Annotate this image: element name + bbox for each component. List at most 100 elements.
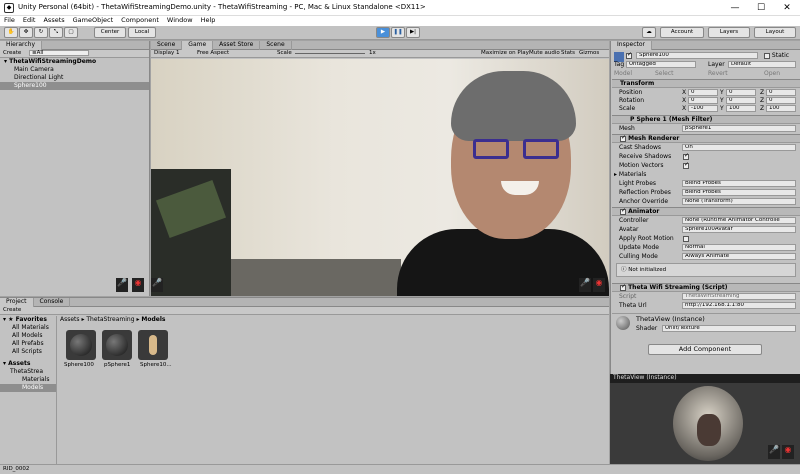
rotation-y[interactable]: 0: [726, 97, 756, 104]
rotation-x[interactable]: 0: [688, 97, 718, 104]
asset-avatar-thumb[interactable]: [138, 330, 168, 360]
tab-game[interactable]: Game: [182, 41, 214, 50]
layers-dropdown[interactable]: Layers: [708, 27, 750, 38]
breadcrumb-models[interactable]: Models: [141, 316, 165, 323]
cast-shadows-dropdown[interactable]: On: [682, 144, 796, 151]
receive-shadows-checkbox[interactable]: [683, 153, 689, 160]
gizmos-dropdown[interactable]: Gizmos: [579, 50, 599, 57]
gameobject-name-input[interactable]: Sphere100: [636, 52, 758, 59]
apply-root-motion-checkbox[interactable]: [683, 235, 689, 242]
hierarchy-item-directional-light[interactable]: Directional Light: [0, 74, 149, 82]
minimize-button[interactable]: —: [722, 0, 748, 16]
anchor-override-field[interactable]: None (Transform): [682, 198, 796, 205]
hierarchy-item-sphere100[interactable]: Sphere100: [0, 82, 149, 90]
fav-all-scripts[interactable]: All Scripts: [0, 348, 56, 356]
culling-mode-dropdown[interactable]: Always Animate: [682, 253, 796, 260]
static-checkbox[interactable]: [764, 52, 770, 59]
tab-hierarchy[interactable]: Hierarchy: [0, 41, 43, 50]
asset-sphere100-thumb[interactable]: [66, 330, 96, 360]
motion-vectors-checkbox[interactable]: [683, 162, 689, 169]
scale-slider[interactable]: [295, 53, 365, 54]
rotate-tool-icon[interactable]: ↻: [34, 27, 48, 38]
scene-root[interactable]: ▾ ThetaWifiStreamingDemo: [0, 58, 149, 66]
fav-all-prefabs[interactable]: All Prefabs: [0, 340, 56, 348]
maximize-button[interactable]: ☐: [748, 0, 774, 16]
rotation-z[interactable]: 0: [766, 97, 796, 104]
model-select-button[interactable]: Select: [655, 70, 674, 77]
tab-project[interactable]: Project: [0, 298, 34, 307]
layer-dropdown[interactable]: Default: [728, 61, 796, 68]
shader-dropdown[interactable]: Unlit/Texture: [662, 325, 796, 332]
close-button[interactable]: ✕: [774, 0, 800, 16]
folder-materials[interactable]: Materials: [0, 376, 56, 384]
position-y[interactable]: 0: [726, 89, 756, 96]
mesh-renderer-header[interactable]: Mesh Renderer: [612, 134, 800, 143]
maximize-on-play-toggle[interactable]: Maximize on Play: [481, 50, 529, 57]
pivot-center-button[interactable]: Center: [94, 27, 126, 38]
breadcrumb-assets[interactable]: Assets: [60, 316, 80, 323]
tab-inspector[interactable]: Inspector: [611, 41, 652, 50]
menu-component[interactable]: Component: [121, 16, 159, 26]
fav-all-materials[interactable]: All Materials: [0, 324, 56, 332]
tab-asset-store[interactable]: Asset Store: [213, 41, 261, 50]
tab-console[interactable]: Console: [34, 298, 71, 307]
menu-file[interactable]: File: [4, 16, 15, 26]
aspect-dropdown[interactable]: Free Aspect: [197, 50, 229, 57]
controller-field[interactable]: None (Runtime Animator Controlle: [682, 217, 796, 224]
breadcrumb-thetastreaming[interactable]: ThetaStreaming: [86, 316, 134, 323]
menu-help[interactable]: Help: [201, 16, 216, 26]
animator-header[interactable]: Animator: [612, 207, 800, 216]
animator-enabled[interactable]: [620, 208, 626, 215]
scale-y[interactable]: 100: [726, 105, 756, 112]
step-icon[interactable]: ▶|: [406, 27, 420, 38]
menu-assets[interactable]: Assets: [43, 16, 64, 26]
mute-audio-toggle[interactable]: Mute audio: [529, 50, 560, 57]
folder-thetastreaming[interactable]: ThetaStrea: [0, 368, 56, 376]
reflection-probes-dropdown[interactable]: Blend Probes: [682, 189, 796, 196]
scale-tool-icon[interactable]: ⤡: [49, 27, 63, 38]
mesh-renderer-enabled[interactable]: [620, 135, 626, 142]
project-create-button[interactable]: Create: [3, 307, 21, 313]
active-checkbox[interactable]: [626, 52, 632, 59]
account-dropdown[interactable]: Account: [660, 27, 704, 38]
cloud-icon[interactable]: ☁: [642, 27, 656, 38]
asset-psphere1-thumb[interactable]: [102, 330, 132, 360]
scale-z[interactable]: 100: [766, 105, 796, 112]
tag-dropdown[interactable]: Untagged: [626, 61, 696, 68]
add-component-button[interactable]: Add Component: [648, 344, 762, 355]
hierarchy-item-main-camera[interactable]: Main Camera: [0, 66, 149, 74]
assets-folder[interactable]: ▾ Assets: [0, 360, 56, 368]
model-open-button[interactable]: Open: [764, 70, 780, 77]
mesh-field[interactable]: pSphere1: [682, 125, 796, 132]
theta-url-input[interactable]: http://192.168.1.1:80: [682, 302, 796, 309]
update-mode-dropdown[interactable]: Normal: [682, 244, 796, 251]
move-tool-icon[interactable]: ✥: [19, 27, 33, 38]
menu-gameobject[interactable]: GameObject: [73, 16, 114, 26]
light-probes-dropdown[interactable]: Blend Probes: [682, 180, 796, 187]
tab-scene[interactable]: Scene: [151, 41, 183, 50]
model-revert-button[interactable]: Revert: [708, 70, 728, 77]
hand-tool-icon[interactable]: ✋: [4, 27, 18, 38]
menu-window[interactable]: Window: [167, 16, 193, 26]
fav-all-models[interactable]: All Models: [0, 332, 56, 340]
display-dropdown[interactable]: Display 1: [154, 50, 180, 57]
hierarchy-create-button[interactable]: Create: [3, 50, 21, 56]
transform-header[interactable]: Transform: [612, 79, 800, 88]
stats-toggle[interactable]: Stats: [561, 50, 575, 57]
script-enabled[interactable]: [620, 284, 626, 291]
hierarchy-search-input[interactable]: ≡All: [29, 50, 90, 56]
materials-foldout[interactable]: ▸ Materials: [614, 171, 646, 178]
favorites-folder[interactable]: ▾ ★ Favorites: [0, 316, 56, 324]
rect-tool-icon[interactable]: ▢: [64, 27, 78, 38]
layout-dropdown[interactable]: Layout: [754, 27, 796, 38]
avatar-field[interactable]: Sphere100Avatar: [682, 226, 796, 233]
scale-x[interactable]: -100: [688, 105, 718, 112]
position-x[interactable]: 0: [688, 89, 718, 96]
pivot-local-button[interactable]: Local: [128, 27, 156, 38]
script-header[interactable]: Theta Wifi Streaming (Script): [612, 283, 800, 292]
mesh-filter-header[interactable]: P Sphere 1 (Mesh Filter): [612, 115, 800, 124]
position-z[interactable]: 0: [766, 89, 796, 96]
folder-models[interactable]: Models: [0, 384, 56, 392]
pause-icon[interactable]: ❚❚: [391, 27, 405, 38]
menu-edit[interactable]: Edit: [23, 16, 36, 26]
